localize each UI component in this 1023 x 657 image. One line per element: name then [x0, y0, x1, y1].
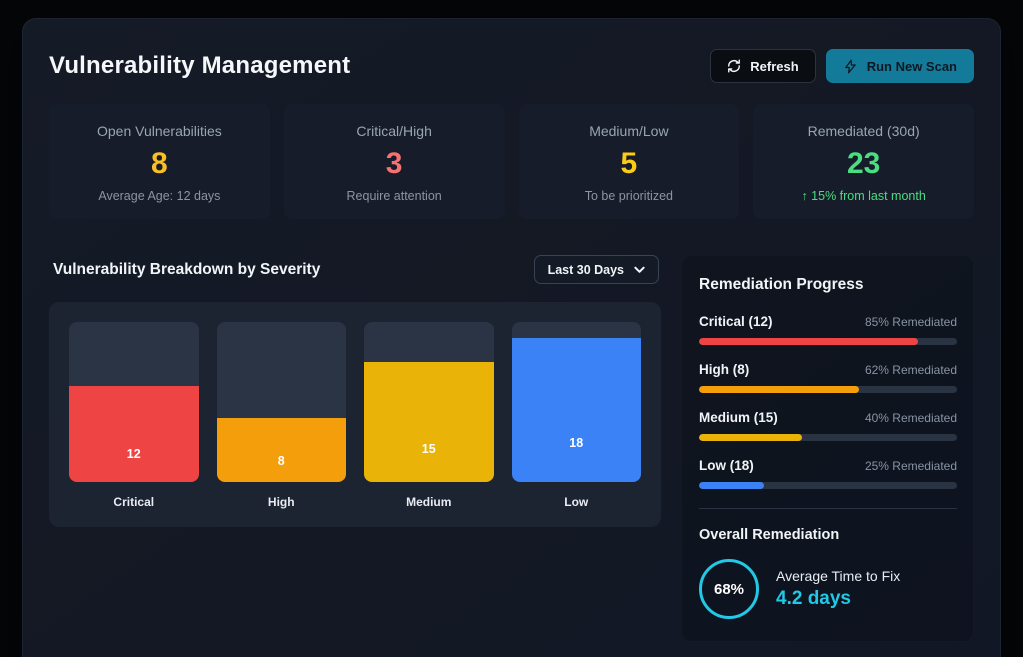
overall-remediation-title: Overall Remediation [699, 527, 957, 543]
stat-card-medium-low: Medium/Low 5 To be prioritized [519, 104, 740, 219]
progress-fill [699, 338, 918, 345]
breakdown-title: Vulnerability Breakdown by Severity [53, 261, 320, 279]
avg-time-block: Average Time to Fix 4.2 days [776, 568, 900, 610]
overall-percent-value: 68% [714, 581, 744, 598]
run-new-scan-label: Run New Scan [867, 59, 957, 74]
stat-card-open-vulnerabilities: Open Vulnerabilities 8 Average Age: 12 d… [49, 104, 270, 219]
bar-track-medium: 15 [364, 322, 494, 482]
progress-fill [699, 434, 802, 441]
remediation-panel: Remediation Progress Critical (12) 85% R… [681, 255, 974, 642]
stat-value: 8 [57, 147, 262, 180]
bar-value-label: 8 [217, 454, 347, 468]
category-label-medium: Medium [364, 495, 494, 509]
avg-time-value: 4.2 days [776, 588, 900, 610]
progress-track [699, 386, 957, 393]
dashboard-panel: Vulnerability Management Refresh Run Ne [22, 18, 1001, 657]
progress-track [699, 338, 957, 345]
header: Vulnerability Management Refresh Run Ne [49, 45, 974, 83]
stat-label: Medium/Low [527, 123, 732, 139]
avg-time-label: Average Time to Fix [776, 568, 900, 584]
bar-value-label: 12 [69, 447, 199, 461]
overall-percent-ring: 68% [699, 559, 759, 619]
main-content: Vulnerability Breakdown by Severity Last… [49, 255, 974, 642]
stat-card-remediated: Remediated (30d) 23 ↑ 15% from last mont… [753, 104, 974, 219]
chart-bars: 12 8 15 18 [69, 322, 641, 482]
bar-track-critical: 12 [69, 322, 199, 482]
refresh-button-label: Refresh [750, 59, 798, 74]
refresh-button[interactable]: Refresh [710, 49, 815, 83]
stat-subtext: To be prioritized [527, 189, 732, 203]
stat-label: Open Vulnerabilities [57, 123, 262, 139]
progress-label: High (8) [699, 362, 749, 377]
progress-label: Low (18) [699, 458, 754, 473]
progress-row-low: Low (18) 25% Remediated [699, 458, 957, 489]
bar-fill-critical: 12 [69, 386, 199, 482]
progress-row-critical: Critical (12) 85% Remediated [699, 314, 957, 345]
bar-track-low: 18 [512, 322, 642, 482]
stat-value: 5 [527, 147, 732, 180]
overall-remediation-row: 68% Average Time to Fix 4.2 days [699, 559, 957, 619]
progress-fill [699, 386, 859, 393]
progress-row-medium: Medium (15) 40% Remediated [699, 410, 957, 441]
stat-label: Critical/High [292, 123, 497, 139]
bar-track-high: 8 [217, 322, 347, 482]
breakdown-header: Vulnerability Breakdown by Severity Last… [49, 255, 661, 284]
bar-value-label: 18 [512, 436, 642, 450]
divider [699, 508, 957, 509]
progress-status: 85% Remediated [865, 315, 957, 329]
chevron-down-icon [634, 263, 645, 277]
period-dropdown[interactable]: Last 30 Days [534, 255, 659, 284]
category-label-low: Low [512, 495, 642, 509]
progress-track [699, 434, 957, 441]
severity-bar-chart: 12 8 15 18 [49, 302, 661, 527]
stat-trend-text: ↑ 15% from last month [761, 189, 966, 203]
stat-card-critical-high: Critical/High 3 Require attention [284, 104, 505, 219]
stats-row: Open Vulnerabilities 8 Average Age: 12 d… [49, 104, 974, 219]
bar-fill-low: 18 [512, 338, 642, 482]
progress-status: 62% Remediated [865, 363, 957, 377]
progress-status: 25% Remediated [865, 459, 957, 473]
page-title: Vulnerability Management [49, 52, 350, 80]
period-dropdown-value: Last 30 Days [548, 263, 624, 277]
stat-value: 3 [292, 147, 497, 180]
category-label-critical: Critical [69, 495, 199, 509]
progress-fill [699, 482, 764, 489]
bar-value-label: 15 [364, 442, 494, 456]
lightning-icon [843, 59, 858, 74]
stat-subtext: Average Age: 12 days [57, 189, 262, 203]
progress-label: Critical (12) [699, 314, 773, 329]
progress-label: Medium (15) [699, 410, 778, 425]
bar-fill-medium: 15 [364, 362, 494, 482]
chart-category-labels: Critical High Medium Low [69, 495, 641, 509]
stat-subtext: Require attention [292, 189, 497, 203]
header-actions: Refresh Run New Scan [710, 49, 974, 83]
breakdown-section: Vulnerability Breakdown by Severity Last… [49, 255, 661, 527]
progress-track [699, 482, 957, 489]
stat-value: 23 [761, 147, 966, 180]
remediation-title: Remediation Progress [699, 276, 957, 294]
category-label-high: High [217, 495, 347, 509]
run-new-scan-button[interactable]: Run New Scan [826, 49, 974, 83]
progress-row-high: High (8) 62% Remediated [699, 362, 957, 393]
stat-label: Remediated (30d) [761, 123, 966, 139]
progress-status: 40% Remediated [865, 411, 957, 425]
refresh-icon [727, 59, 741, 73]
bar-fill-high: 8 [217, 418, 347, 482]
